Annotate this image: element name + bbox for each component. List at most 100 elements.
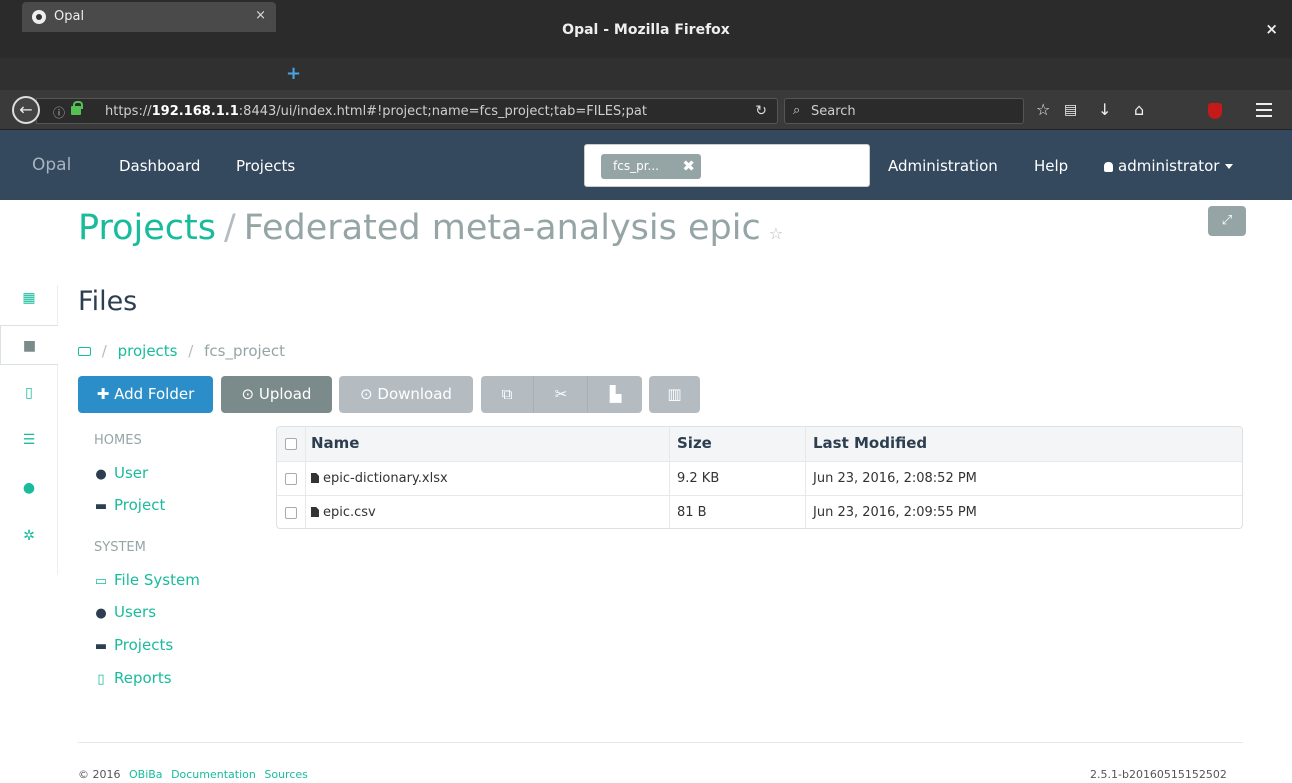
sidebar-settings-icon[interactable]: ✲ [0,516,58,556]
fullscreen-button[interactable]: ⤢ [1208,206,1246,236]
users-icon: ● [95,606,107,621]
nav-user-home[interactable]: ● User [94,464,148,482]
chip-remove-icon[interactable]: ✖ [682,157,695,175]
file-icon [311,473,319,483]
reload-icon[interactable]: ↻ [755,103,767,119]
select-all-checkbox[interactable] [285,438,297,450]
file-modified: Jun 23, 2016, 2:09:55 PM [813,505,977,520]
column-size[interactable]: Size [677,434,712,452]
cut-button[interactable]: ✂ [535,376,588,413]
copy-button[interactable]: ⧉ [481,376,534,413]
breadcrumb-separator: / [223,208,236,248]
breadcrumb-separator: / [188,342,194,360]
tab-strip [0,58,1292,90]
trash-icon: ▥ [667,385,682,403]
menu-icon[interactable] [1256,103,1272,117]
file-name-link[interactable]: epic-dictionary.xlsx [311,471,448,486]
breadcrumb-projects[interactable]: projects [118,342,178,360]
section-title: Files [78,286,138,317]
nav-reports[interactable]: ▯ Reports [94,669,171,687]
url-text[interactable]: https://192.168.1.1:8443/ui/index.html#!… [105,104,705,119]
user-name: administrator [1118,157,1220,175]
bookmark-star-icon[interactable]: ☆ [1036,100,1050,119]
file-icon: ▯ [97,672,105,687]
table-row[interactable]: epic-dictionary.xlsx 9.2 KB Jun 23, 2016… [277,462,1242,496]
system-heading: SYSTEM [94,540,146,555]
file-name-link[interactable]: epic.csv [311,505,376,520]
homes-heading: HOMES [94,433,142,448]
ublock-icon[interactable] [1208,103,1222,119]
file-size: 81 B [677,505,707,520]
breadcrumb-current: fcs_project [204,342,286,360]
project-title: Federated meta-analysis epic [243,208,761,248]
footer-left: © 2016 OBiBa Documentation Sources [78,768,308,781]
sidebar-tables-icon[interactable]: ▦ [0,278,58,318]
paste-button[interactable]: ▙ [589,376,642,413]
nav-file-system[interactable]: ▭ File System [94,571,200,589]
upload-button[interactable]: ⊙ Upload [221,376,332,413]
site-info-icon[interactable]: ⓘ [53,104,65,121]
briefcase-icon: ▬ [94,499,108,514]
drive-icon: ▭ [94,574,108,589]
user-icon [1104,162,1113,172]
file-icon [311,507,319,517]
clipboard-button-group: ⧉ ✂ ▙ [481,376,642,413]
copyright: © 2016 [78,768,121,781]
new-tab-button[interactable]: + [286,63,301,84]
nav-projects[interactable]: Projects [236,157,295,175]
back-button[interactable]: ← [12,96,40,124]
version-label: 2.5.1-b20160515152502 [1090,768,1227,781]
star-icon[interactable]: ☆ [769,224,783,243]
opal-favicon-icon [32,10,46,24]
search-chip-label: fcs_pr... [613,159,659,173]
sidebar-files-icon[interactable]: ■ [0,325,58,365]
nav-help[interactable]: Help [1034,157,1068,175]
search-icon: ⌕ [793,103,801,118]
tab-label: Opal [54,9,85,24]
add-folder-button[interactable]: ✚ Add Folder [78,376,213,413]
footer-divider [78,742,1243,743]
sidebar-permissions-icon[interactable]: ● [0,468,58,508]
tab-close-icon[interactable]: × [255,8,266,23]
column-last-modified[interactable]: Last Modified [813,434,927,452]
nav-administration[interactable]: Administration [888,157,998,175]
caret-down-icon [1225,164,1234,169]
sidebar-reports-icon[interactable]: ▯ [0,373,58,413]
delete-button[interactable]: ▥ [649,376,700,413]
reading-list-icon[interactable]: ▤ [1064,102,1077,118]
nav-projects[interactable]: ▬ Projects [94,636,173,654]
nav-dashboard[interactable]: Dashboard [119,157,200,175]
obiba-link[interactable]: OBiBa [129,768,163,781]
nav-users[interactable]: ● Users [94,603,156,621]
breadcrumb-separator: / [101,342,107,360]
column-divider [805,427,806,528]
sidebar-datasources-icon[interactable]: ☰ [0,420,58,460]
browser-tab-opal[interactable]: Opal × [22,2,276,32]
projects-breadcrumb-link[interactable]: Projects [78,208,216,248]
column-divider [305,427,306,528]
user-icon: ● [95,467,107,482]
downloads-icon[interactable]: ↓ [1098,100,1111,119]
row-checkbox[interactable] [285,473,297,485]
column-name[interactable]: Name [311,434,359,452]
home-icon[interactable]: ⌂ [1134,100,1144,119]
documentation-link[interactable]: Documentation [171,768,256,781]
file-size: 9.2 KB [677,471,720,486]
global-search-input[interactable]: fcs_pr... ✖ [584,144,870,187]
page-title: Projects / Federated meta-analysis epic ☆ [78,208,783,248]
nav-project-home[interactable]: ▬ Project [94,496,165,514]
browser-search-input[interactable]: ⌕ Search [784,98,1024,124]
table-row[interactable]: epic.csv 81 B Jun 23, 2016, 2:09:55 PM [277,496,1242,528]
window-close-button[interactable]: × [1265,20,1278,38]
upload-icon: ⊙ [241,385,255,403]
folder-breadcrumb: / projects / fcs_project [78,342,285,360]
search-chip[interactable]: fcs_pr... ✖ [601,154,701,179]
sources-link[interactable]: Sources [264,768,308,781]
user-menu[interactable]: administrator [1104,157,1234,175]
column-divider [669,427,670,528]
brand-logo[interactable]: Opal [32,155,71,175]
row-checkbox[interactable] [285,507,297,519]
address-bar[interactable]: ⓘ https://192.168.1.1:8443/ui/index.html… [36,98,778,124]
download-button[interactable]: ⊙ Download [339,376,473,413]
drive-icon[interactable] [78,347,91,356]
